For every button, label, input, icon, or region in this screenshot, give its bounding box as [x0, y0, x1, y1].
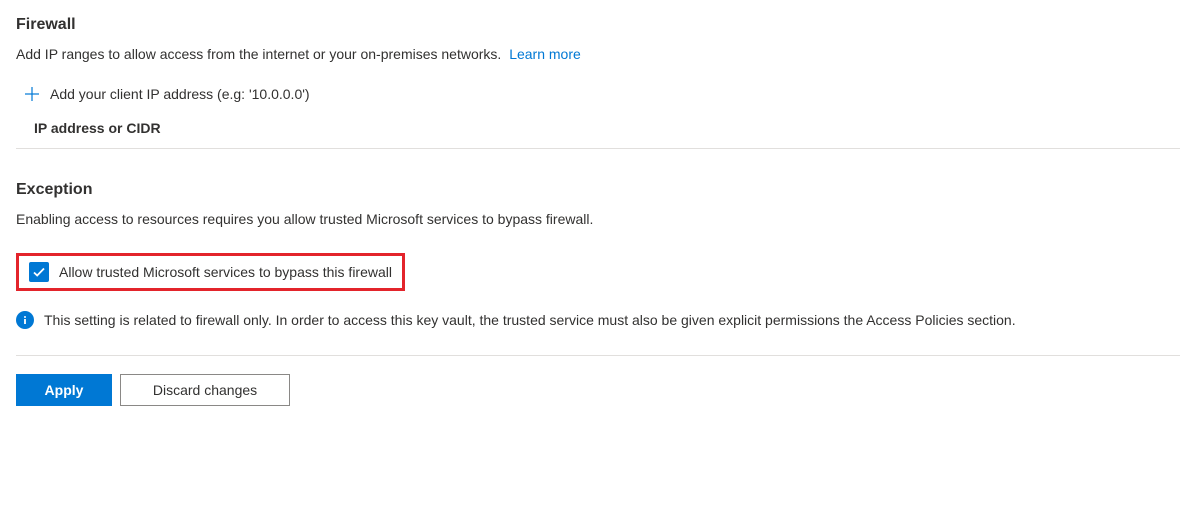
apply-button[interactable]: Apply	[16, 374, 112, 406]
ip-table-header: IP address or CIDR	[16, 110, 1180, 149]
footer-divider	[16, 355, 1180, 356]
allow-trusted-label: Allow trusted Microsoft services to bypa…	[59, 264, 392, 280]
add-client-ip-button[interactable]: Add your client IP address (e.g: '10.0.0…	[16, 78, 1180, 110]
exception-description: Enabling access to resources requires yo…	[16, 211, 1180, 227]
info-row: This setting is related to firewall only…	[16, 311, 1180, 329]
allow-trusted-highlight: Allow trusted Microsoft services to bypa…	[16, 253, 405, 291]
firewall-heading: Firewall	[16, 16, 1180, 34]
allow-trusted-checkbox[interactable]	[29, 262, 49, 282]
add-client-ip-label: Add your client IP address (e.g: '10.0.0…	[50, 86, 310, 102]
exception-heading: Exception	[16, 181, 1180, 199]
footer-buttons: Apply Discard changes	[16, 374, 1180, 406]
discard-changes-button[interactable]: Discard changes	[120, 374, 290, 406]
info-icon	[16, 311, 34, 329]
firewall-description: Add IP ranges to allow access from the i…	[16, 46, 501, 62]
firewall-description-row: Add IP ranges to allow access from the i…	[16, 46, 1180, 62]
info-text: This setting is related to firewall only…	[44, 312, 1016, 328]
plus-icon	[24, 86, 40, 102]
learn-more-link[interactable]: Learn more	[509, 46, 581, 62]
